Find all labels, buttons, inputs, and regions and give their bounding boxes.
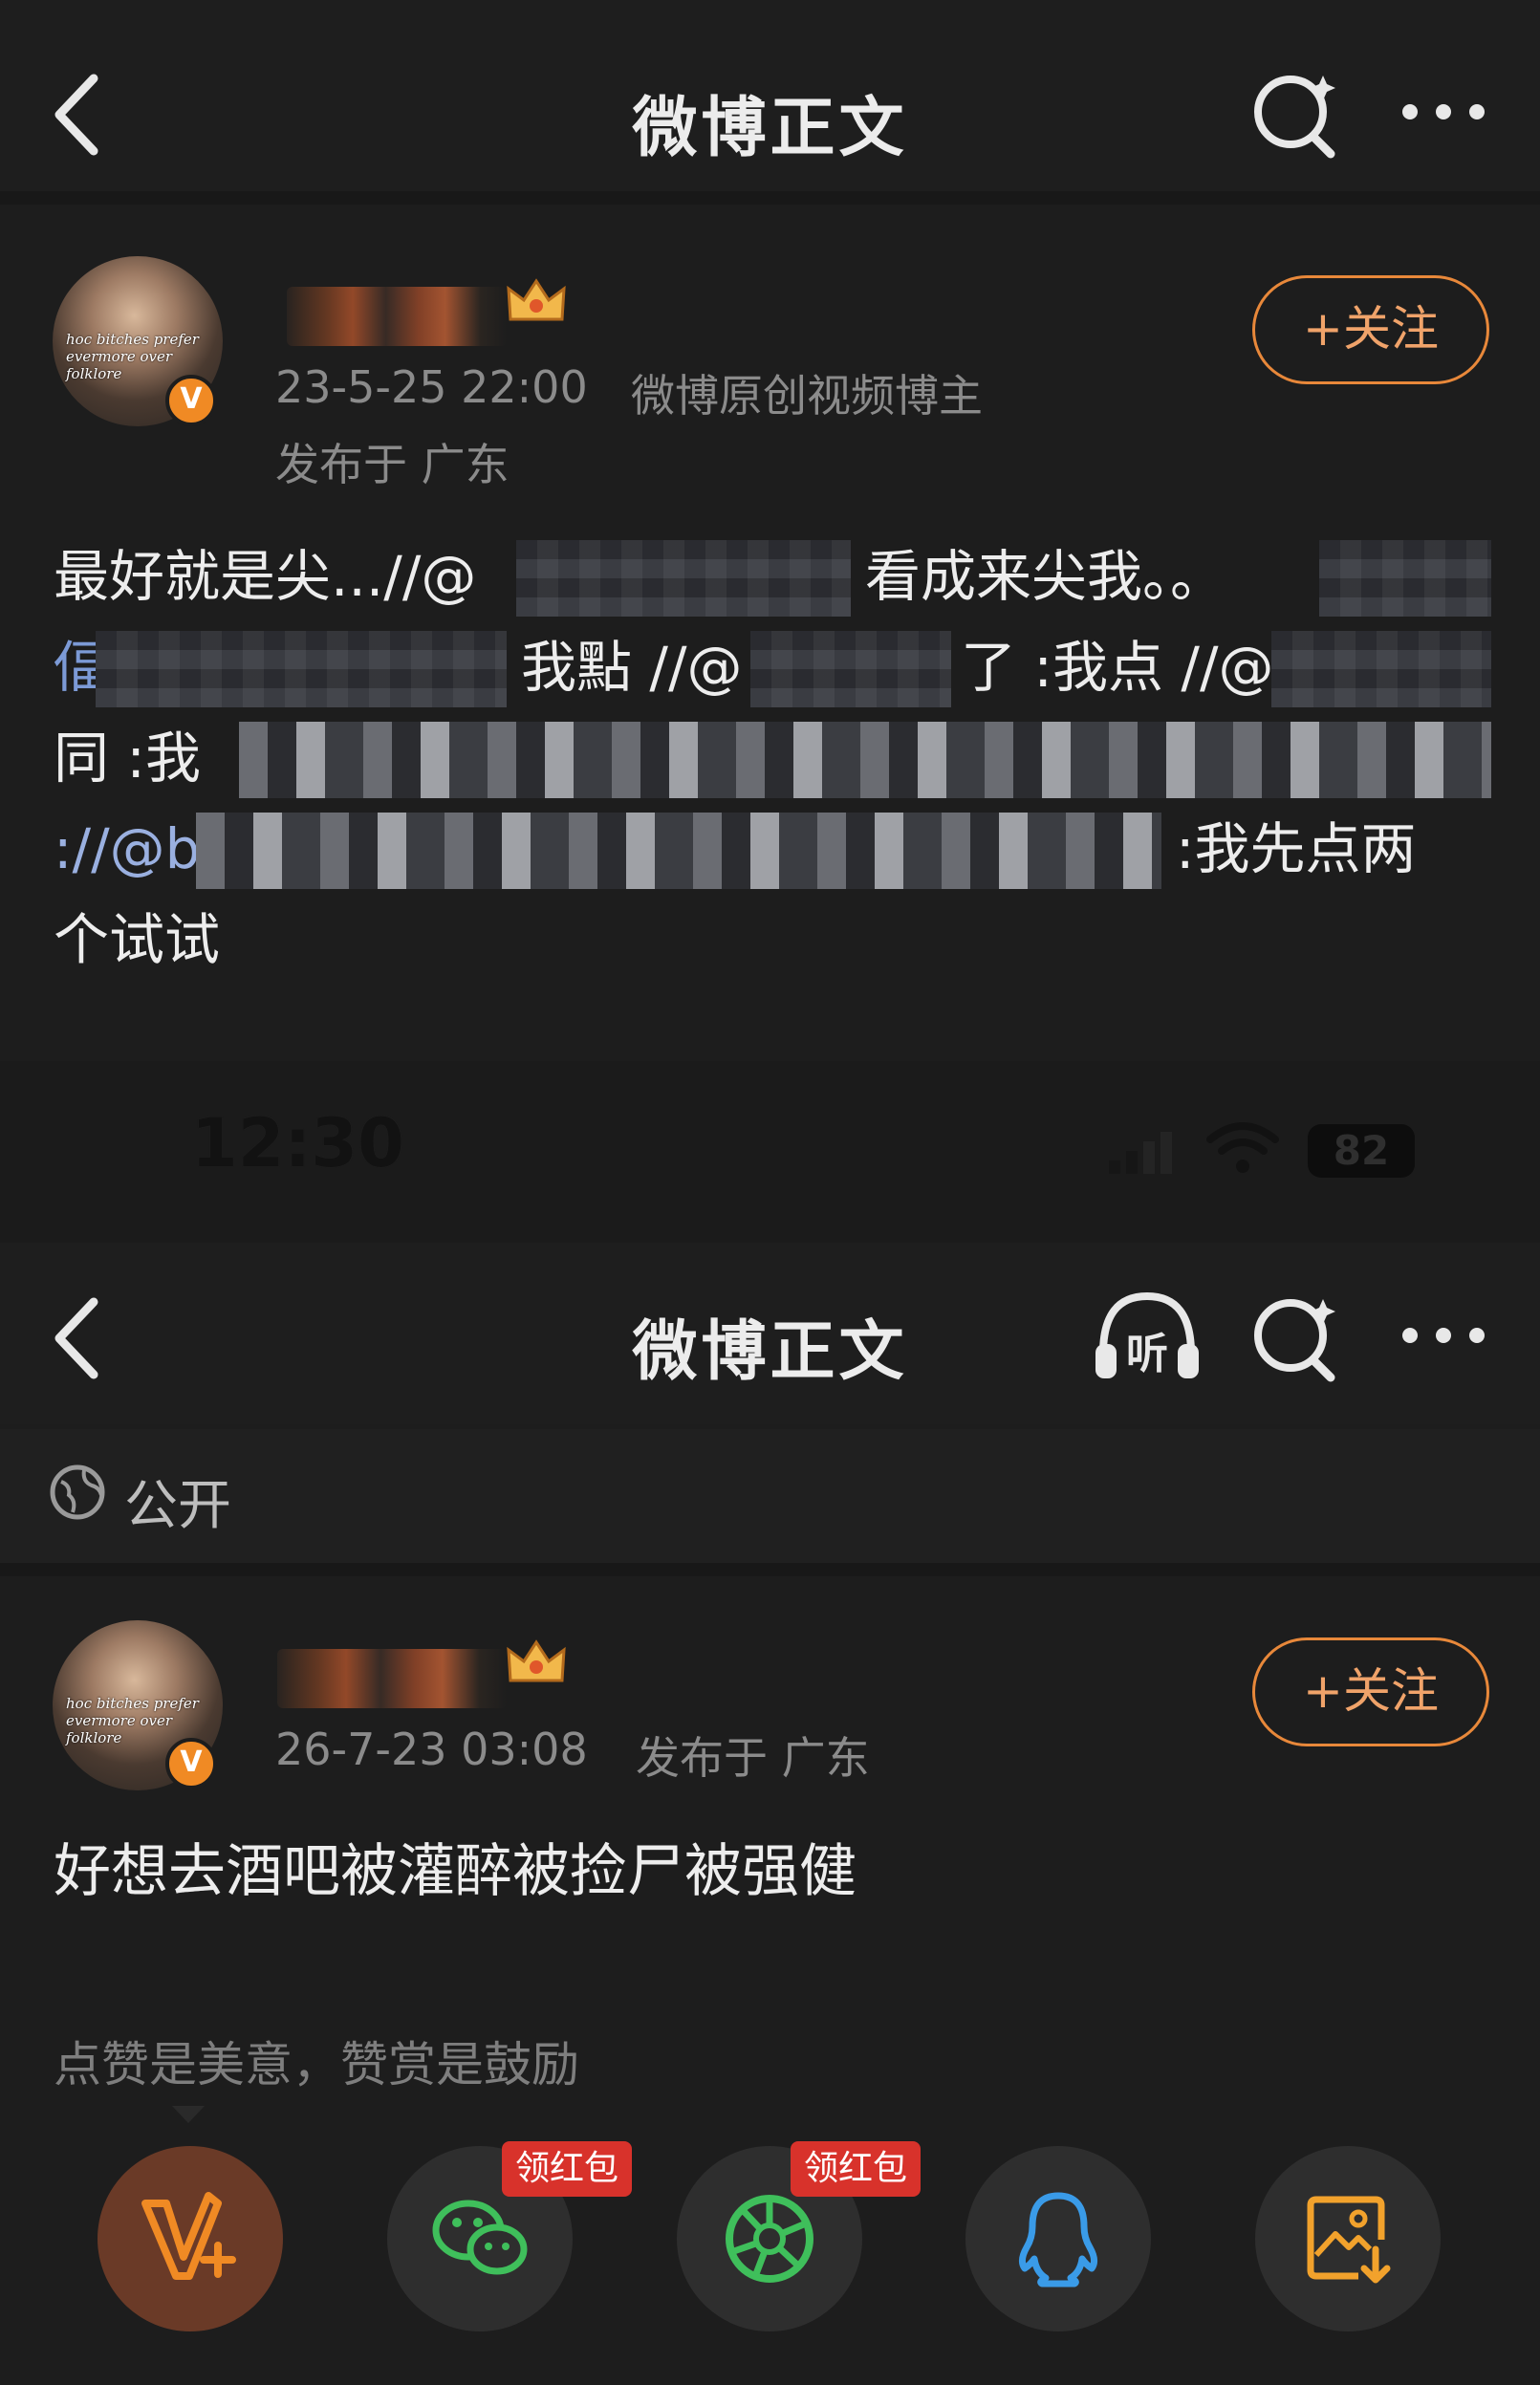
redacted-mention [516,540,851,617]
post-text-line-2c: 了 :我点 //@ [961,635,1274,700]
save-image-icon [1307,2196,1391,2284]
redacted-text [196,813,1161,889]
visibility-label: 公开 [124,1475,231,1537]
redacted-mention [750,631,951,707]
crown-icon [507,1639,566,1682]
redacted-mention [1319,540,1491,617]
v-plus-button[interactable] [98,2146,283,2331]
globe-icon [50,1464,105,1520]
crown-icon [507,278,566,321]
listen-label: 听 [1126,1330,1168,1378]
follow-button[interactable]: +关注 [1252,1637,1489,1746]
like-hint: 点赞是美意，赞赏是鼓励 [54,2037,579,2092]
post-location: 发布于 广东 [636,1732,870,1784]
divider [0,1563,1540,1576]
search-icon[interactable] [1243,62,1348,167]
redacted-mention [1271,631,1491,707]
post-text: 好想去酒吧被灌醉被捡尸被强健 [54,1838,857,1905]
save-image-button[interactable] [1255,2146,1441,2331]
redacted-text [239,722,1491,798]
battery-indicator: 82 [1308,1124,1415,1178]
moments-icon [726,2195,813,2283]
tooltip-pointer [172,2106,205,2123]
follow-button[interactable]: +关注 [1252,275,1489,384]
top-navbar: 微博正文 [0,0,1540,191]
author-tag: 微博原创视频博主 [631,370,983,422]
text-segment: 最好就是尖...//@ [54,544,477,609]
more-icon[interactable] [1391,59,1496,164]
username-blurred[interactable] [277,1649,507,1708]
redacted-mention [96,631,507,707]
v-plus-icon [141,2192,236,2280]
red-packet-tag: 领红包 [791,2141,921,2197]
verified-badge: V [165,1738,217,1789]
post-location: 发布于 广东 [275,439,510,490]
listen-button[interactable]: 听 [1090,1283,1204,1388]
divider [0,191,1540,205]
wifi-icon [1206,1122,1279,1173]
signal-icon [1109,1132,1172,1174]
bottom-navbar: 微博正文 听 [0,1243,1540,1424]
post-timestamp: 26-7-23 03:08 [275,1724,588,1775]
search-icon[interactable] [1243,1286,1348,1391]
post-timestamp: 23-5-25 22:00 [275,361,588,413]
status-time: 12:30 [191,1104,404,1182]
post-text-line-1b: 看成来尖我。。 [865,544,1226,609]
more-icon[interactable] [1391,1283,1496,1388]
username-blurred[interactable] [287,287,507,346]
qq-share-button[interactable] [965,2146,1151,2331]
post-text-line-4b: :我先点两 [1176,816,1417,881]
qq-icon [1018,2192,1098,2287]
post-text-line-5: 个试试 [54,907,221,972]
verified-badge: V [165,375,217,426]
wechat-icon [432,2200,528,2275]
red-packet-tag: 领红包 [502,2141,632,2197]
